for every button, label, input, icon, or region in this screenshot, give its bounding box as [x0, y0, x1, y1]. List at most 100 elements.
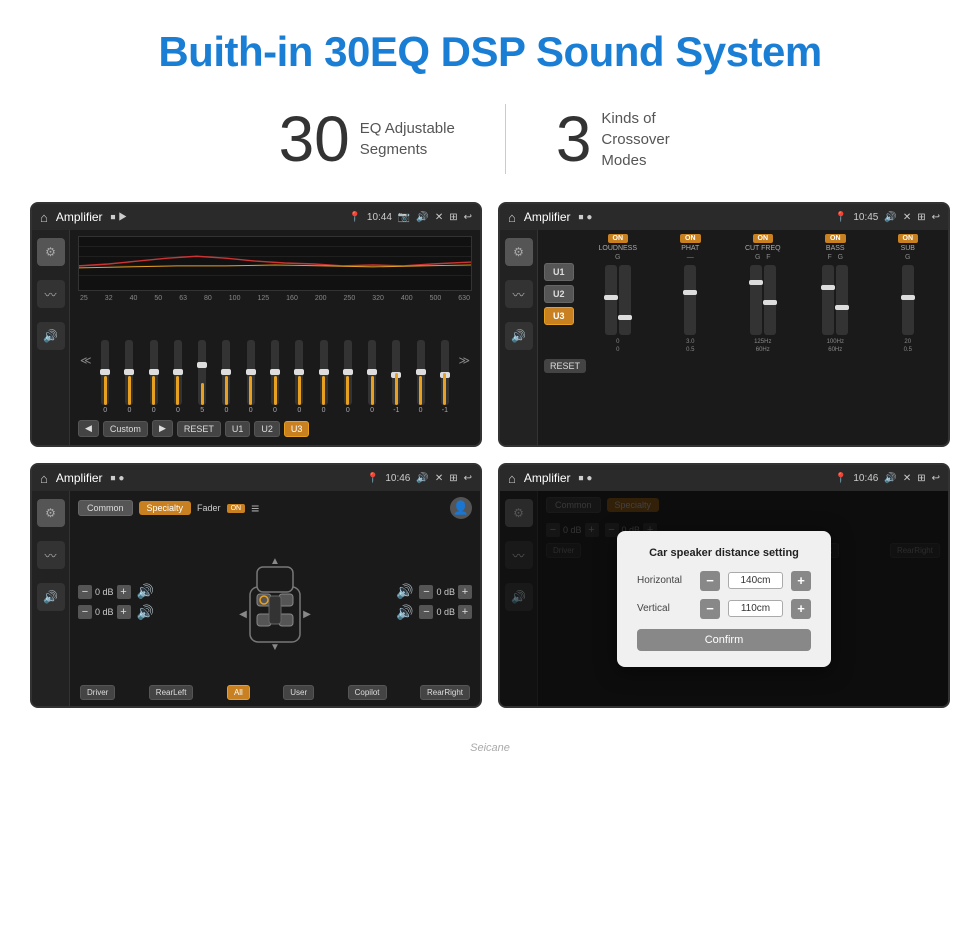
back-icon[interactable]: ↩ — [464, 212, 472, 223]
close-icon-2[interactable]: ✕ — [903, 212, 911, 223]
cutfreq-slider-f[interactable] — [764, 265, 776, 335]
rearright-btn[interactable]: RearRight — [420, 685, 470, 700]
db-plus-rl[interactable]: + — [117, 605, 131, 619]
screen-speaker-header-left: ⌂ Amplifier ⏹ ● — [40, 471, 124, 486]
sidebar-eq-btn-3[interactable]: ⚙ — [37, 499, 65, 527]
eq-slider-13[interactable]: 0 — [410, 340, 431, 414]
home-icon[interactable]: ⌂ — [40, 210, 48, 225]
sidebar-eq-btn[interactable]: ⚙ — [37, 238, 65, 266]
speaker-icons-col-left: 🔊 🔊 — [137, 583, 154, 621]
band-phat: ON PHAT — 3.0 0.5 — [656, 234, 725, 353]
close-icon[interactable]: ✕ — [435, 212, 443, 223]
copilot-btn[interactable]: Copilot — [348, 685, 387, 700]
db-plus-fl[interactable]: + — [117, 585, 131, 599]
loudness-slider-2[interactable] — [619, 265, 631, 335]
eq-slider-4[interactable]: 5 — [192, 340, 213, 414]
rearleft-btn[interactable]: RearLeft — [149, 685, 194, 700]
back-icon-3[interactable]: ↩ — [464, 473, 472, 484]
loudness-on-badge[interactable]: ON — [608, 234, 629, 243]
eq-reset-btn[interactable]: RESET — [177, 421, 221, 437]
db-minus-rr[interactable]: − — [419, 605, 433, 619]
eq-slider-3[interactable]: 0 — [167, 340, 188, 414]
back-icon-2[interactable]: ↩ — [932, 212, 940, 223]
loudness-slider[interactable] — [605, 265, 617, 335]
crossover-bands: ON LOUDNESS G 0 — [584, 234, 942, 353]
db-val-rr: 0 dB — [436, 607, 455, 617]
eq-slider-6[interactable]: 0 — [240, 340, 261, 414]
eq-slider-11[interactable]: 0 — [361, 340, 382, 414]
close-icon-3[interactable]: ✕ — [435, 473, 443, 484]
screen-crossover-sidebar: ⚙ 〰 🔊 — [500, 230, 538, 445]
db-minus-fl[interactable]: − — [78, 585, 92, 599]
eq-u3-btn[interactable]: U3 — [284, 421, 310, 437]
close-icon-4[interactable]: ✕ — [903, 473, 911, 484]
crossover-reset-btn[interactable]: RESET — [544, 359, 586, 373]
phat-on-badge[interactable]: ON — [680, 234, 701, 243]
eq-slider-8[interactable]: 0 — [289, 340, 310, 414]
sidebar-eq-btn-2[interactable]: ⚙ — [505, 238, 533, 266]
sidebar-vol-btn[interactable]: 🔊 — [37, 322, 65, 350]
eq-slider-2[interactable]: 0 — [143, 340, 164, 414]
back-icon-4[interactable]: ↩ — [932, 473, 940, 484]
dialog-horizontal-minus[interactable]: − — [700, 571, 720, 591]
eq-slider-7[interactable]: 0 — [264, 340, 285, 414]
eq-slider-14[interactable]: -1 — [434, 340, 455, 414]
eq-slider-9[interactable]: 0 — [313, 340, 334, 414]
dialog-horizontal-plus[interactable]: + — [791, 571, 811, 591]
screen-eq-sidebar: ⚙ 〰 🔊 — [32, 230, 70, 445]
db-minus-fr[interactable]: − — [419, 585, 433, 599]
eq-slider-1[interactable]: 0 — [119, 340, 140, 414]
distance-dialog: Car speaker distance setting Horizontal … — [617, 531, 831, 667]
db-plus-fr[interactable]: + — [458, 585, 472, 599]
bass-on-badge[interactable]: ON — [825, 234, 846, 243]
home-icon-2[interactable]: ⌂ — [508, 210, 516, 225]
crossover-u3-btn[interactable]: U3 — [544, 307, 574, 325]
eq-chart — [78, 236, 472, 291]
user-btn[interactable]: User — [283, 685, 314, 700]
crossover-u1-btn[interactable]: U1 — [544, 263, 574, 281]
eq-slider-10[interactable]: 0 — [337, 340, 358, 414]
eq-time: 10:44 — [367, 212, 392, 223]
bass-slider-g[interactable] — [836, 265, 848, 335]
eq-next-btn[interactable]: ▶ — [152, 420, 173, 437]
home-icon-4[interactable]: ⌂ — [508, 471, 516, 486]
dialog-row-vertical: Vertical − 110cm + — [637, 599, 811, 619]
sidebar-vol-btn-3[interactable]: 🔊 — [37, 583, 65, 611]
dialog-vertical-label: Vertical — [637, 603, 692, 614]
dialog-horizontal-label: Horizontal — [637, 575, 692, 586]
volume-icon-2: 🔊 — [884, 212, 896, 223]
cutfreq-slider-g[interactable] — [750, 265, 762, 335]
sub-slider[interactable] — [902, 265, 914, 335]
home-icon-3[interactable]: ⌂ — [40, 471, 48, 486]
stat-eq: 30 EQ AdjustableSegments — [229, 107, 505, 171]
eq-u1-btn[interactable]: U1 — [225, 421, 251, 437]
cutfreq-on-badge[interactable]: ON — [753, 234, 774, 243]
db-plus-rr[interactable]: + — [458, 605, 472, 619]
dialog-vertical-plus[interactable]: + — [791, 599, 811, 619]
bass-slider-f[interactable] — [822, 265, 834, 335]
driver-btn[interactable]: Driver — [80, 685, 115, 700]
sidebar-vol-btn-2[interactable]: 🔊 — [505, 322, 533, 350]
eq-u2-btn[interactable]: U2 — [254, 421, 280, 437]
specialty-tab[interactable]: Specialty — [139, 501, 192, 515]
sub-on-badge[interactable]: ON — [898, 234, 919, 243]
sidebar-wave-btn-3[interactable]: 〰 — [37, 541, 65, 569]
fader-on-badge[interactable]: ON — [227, 504, 246, 513]
screen-speaker-body: ⚙ 〰 🔊 Common Specialty Fader ON ≡ 👤 — [32, 491, 480, 706]
eq-slider-0[interactable]: 0 — [95, 340, 116, 414]
db-minus-rl[interactable]: − — [78, 605, 92, 619]
phat-slider[interactable] — [684, 265, 696, 335]
screen-eq-header-right: 📍 10:44 📷 🔊 ✕ ⊞ ↩ — [348, 212, 472, 223]
common-tab[interactable]: Common — [78, 500, 133, 516]
eq-slider-5[interactable]: 0 — [216, 340, 237, 414]
confirm-button[interactable]: Confirm — [637, 629, 811, 651]
sidebar-wave-btn-2[interactable]: 〰 — [505, 280, 533, 308]
eq-prev-btn[interactable]: ◀ — [78, 420, 99, 437]
app-title-eq: Amplifier — [56, 210, 103, 224]
dialog-vertical-minus[interactable]: − — [700, 599, 720, 619]
screen-distance-body: ⚙ 〰 🔊 Common Specialty −0 dB+ −0 dB+ D — [500, 491, 948, 706]
sidebar-wave-btn[interactable]: 〰 — [37, 280, 65, 308]
crossover-u2-btn[interactable]: U2 — [544, 285, 574, 303]
all-btn[interactable]: All — [227, 685, 250, 700]
eq-slider-12[interactable]: -1 — [386, 340, 407, 414]
